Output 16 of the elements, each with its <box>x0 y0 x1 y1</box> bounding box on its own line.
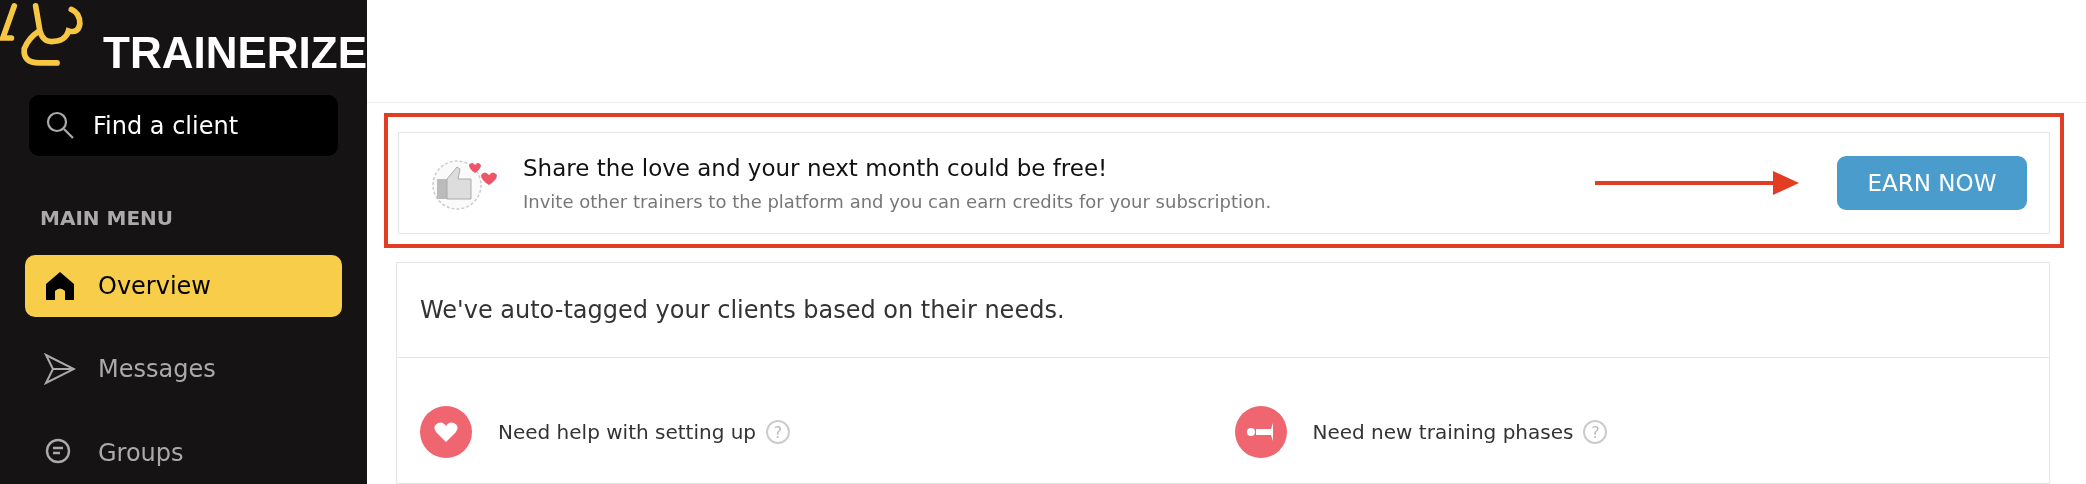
search-icon <box>45 110 75 140</box>
nav-item[interactable]: Messages <box>25 338 342 401</box>
arrow-icon <box>1595 170 1799 196</box>
tag-label: Need new training phases <box>1312 420 1574 444</box>
send-icon <box>44 353 76 386</box>
nav-item[interactable]: Overview <box>25 255 342 318</box>
home-icon <box>44 270 76 303</box>
nav-item[interactable]: Groups <box>25 421 342 484</box>
horn-icon <box>1234 406 1287 458</box>
search-field[interactable]: Find a client <box>29 95 338 156</box>
banner-title: Share the love and your next month could be free! <box>523 154 1109 181</box>
card-heading: We've auto-tagged your clients based on their needs. <box>397 263 2049 358</box>
section-title: MAIN MENU <box>40 206 175 230</box>
tag-label: Need help with setting up <box>498 420 757 444</box>
brand-name: TRAINERIZE <box>103 28 367 78</box>
banner-subtitle: Invite other trainers to the platform and you can earn credits for your subscription. <box>523 190 1273 212</box>
